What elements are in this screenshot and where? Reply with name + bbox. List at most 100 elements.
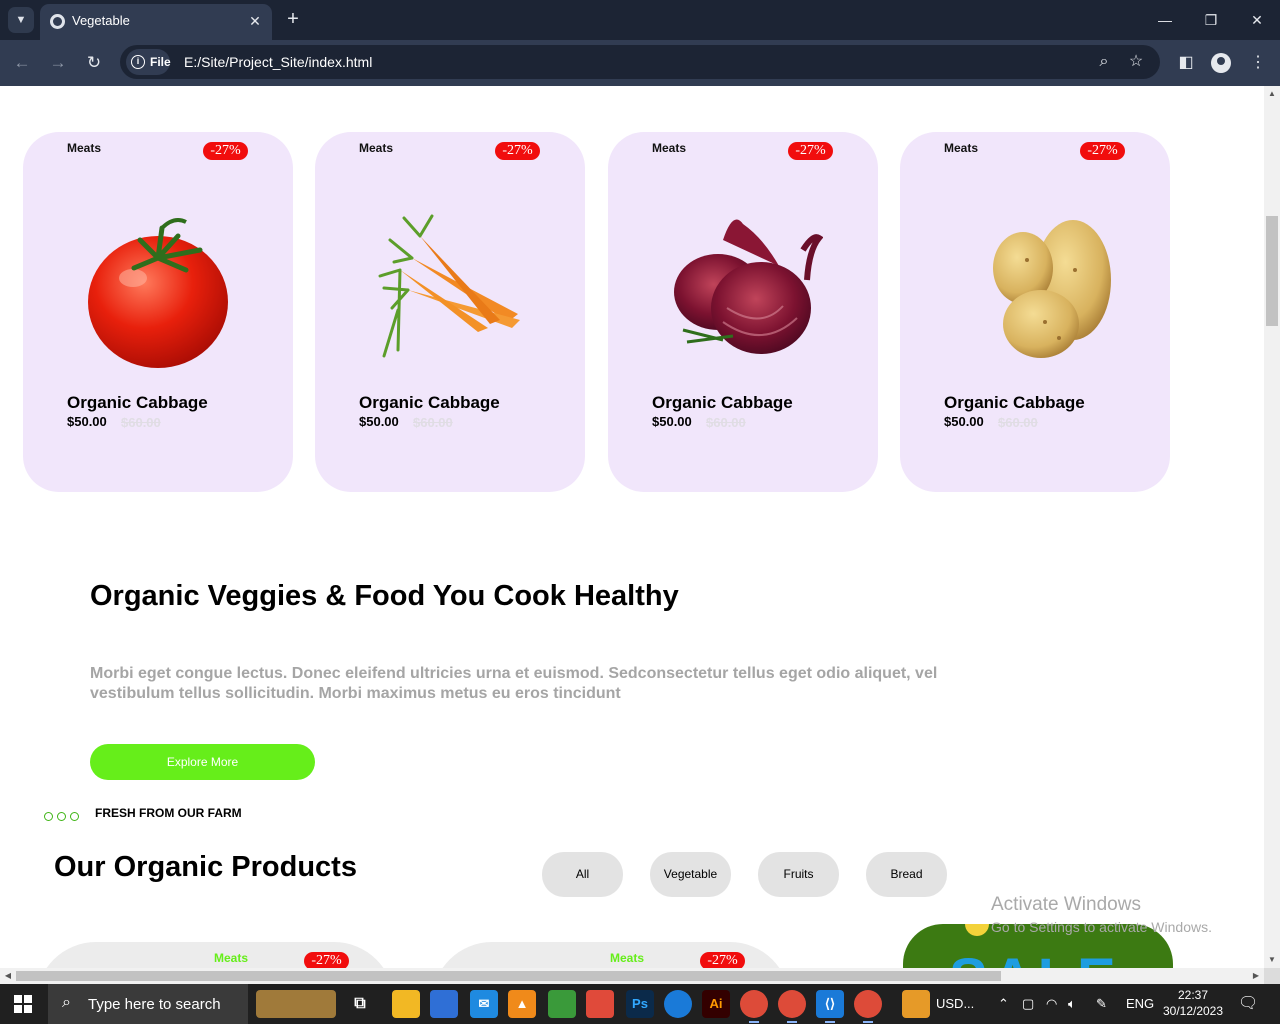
- back-button[interactable]: ←: [10, 51, 34, 75]
- horizontal-scrollbar[interactable]: ◀ ▶: [0, 968, 1264, 984]
- potatoes-image: [993, 220, 1111, 358]
- info-icon: i: [131, 55, 145, 69]
- tray-chevron-icon[interactable]: ⌃: [998, 984, 1009, 1024]
- chrome-active-icon[interactable]: [854, 990, 882, 1023]
- hero-headline: Organic Veggies & Food You Cook Healthy: [90, 580, 679, 612]
- card-category: Meats: [67, 141, 102, 155]
- restore-button[interactable]: ❐: [1197, 8, 1225, 32]
- close-window-button[interactable]: ✕: [1243, 8, 1271, 32]
- taskbar-search-box[interactable]: ⌕ Type here to search: [48, 984, 248, 1024]
- close-tab-icon[interactable]: ✕: [246, 12, 264, 30]
- address-bar[interactable]: i File E:/Site/Project_Site/index.html ⌕…: [120, 45, 1160, 79]
- photoshop-icon[interactable]: Ps: [626, 990, 654, 1018]
- new-tab-button[interactable]: +: [282, 8, 304, 30]
- scroll-down-arrow-icon[interactable]: ▼: [1264, 952, 1280, 968]
- discount-badge: -27%: [304, 952, 349, 968]
- tomato-image: [88, 218, 228, 368]
- network-icon[interactable]: ◠: [1046, 984, 1057, 1024]
- card-old-price: $60.00: [706, 415, 746, 430]
- product-card[interactable]: Meats -27% Organic Cabbage $50.00 $60.00: [315, 132, 585, 492]
- product-card[interactable]: Meats -27% Organic Cabbage $50.00 $60.00: [608, 132, 878, 492]
- browser-tab-bar: ▼ Vegetable ✕ + — ❐ ✕: [0, 0, 1280, 40]
- card-category: Meats: [359, 141, 394, 155]
- explore-more-button[interactable]: Explore More: [90, 744, 315, 780]
- chrome-icon[interactable]: [740, 990, 768, 1023]
- input-language[interactable]: ENG: [1126, 984, 1154, 1024]
- meet-now-icon[interactable]: ▢: [1022, 984, 1034, 1024]
- filter-vegetable[interactable]: Vegetable: [650, 852, 731, 897]
- products-title: Our Organic Products: [54, 851, 357, 883]
- zoom-icon[interactable]: ⌕: [1094, 52, 1114, 72]
- windows-taskbar: ⌕ Type here to search ⧉ ✉ ▲ Ps Ai ⟨⟩ USD…: [0, 984, 1280, 1024]
- sale-logo-text: SALE: [949, 946, 1120, 968]
- tab-vegetable[interactable]: Vegetable ✕: [40, 4, 272, 40]
- taskbar-clock[interactable]: 22:37 30/12/2023: [1160, 987, 1226, 1019]
- mail-icon[interactable]: ✉: [470, 990, 498, 1018]
- microsoft-store-icon[interactable]: [430, 990, 458, 1018]
- card-category: Meats: [944, 141, 979, 155]
- card-name: Organic Cabbage: [652, 393, 793, 412]
- page-viewport: Meats -27% Organic Cabbage $50.00 $60.00…: [0, 86, 1264, 968]
- url-text[interactable]: E:/Site/Project_Site/index.html: [184, 54, 372, 70]
- windows-activation-watermark: Activate Windows Go to Settings to activ…: [991, 894, 1212, 935]
- currency-icon[interactable]: [902, 990, 930, 1018]
- side-panel-icon[interactable]: ◧: [1174, 51, 1198, 75]
- filter-all[interactable]: All: [542, 852, 623, 897]
- search-highlight-icon[interactable]: [256, 990, 336, 1018]
- task-view-icon[interactable]: ⧉: [346, 990, 374, 1018]
- scroll-left-arrow-icon[interactable]: ◀: [0, 968, 16, 984]
- app-green-icon[interactable]: [548, 990, 576, 1018]
- card-name: Organic Cabbage: [67, 393, 208, 412]
- clock-date: 30/12/2023: [1162, 1004, 1224, 1018]
- card-price: $50.00: [652, 414, 692, 429]
- scroll-right-arrow-icon[interactable]: ▶: [1248, 968, 1264, 984]
- tab-search-chevron-icon[interactable]: ▼: [8, 7, 34, 33]
- filter-bread[interactable]: Bread: [866, 852, 947, 897]
- site-chip-label: File: [150, 55, 171, 69]
- discount-badge: -27%: [203, 142, 248, 160]
- product-card[interactable]: Meats -27% Organic Cabbage $50.00 $60.00: [23, 132, 293, 492]
- card-name: Organic Cabbage: [944, 393, 1085, 412]
- card-name: Organic Cabbage: [359, 393, 500, 412]
- bookmark-star-icon[interactable]: ☆: [1126, 52, 1146, 72]
- volume-icon[interactable]: 🔈︎: [1068, 984, 1076, 1024]
- search-icon: ⌕: [62, 994, 71, 1011]
- product-card[interactable]: Meats -27%: [36, 942, 394, 968]
- filter-fruits[interactable]: Fruits: [758, 852, 839, 897]
- card-old-price: $60.00: [413, 415, 453, 430]
- pen-icon[interactable]: ✎: [1096, 984, 1107, 1024]
- horizontal-scroll-thumb[interactable]: [16, 971, 1001, 981]
- tab-title: Vegetable: [72, 13, 130, 28]
- edge-icon[interactable]: [664, 990, 692, 1018]
- card-price: $50.00: [67, 414, 107, 429]
- reload-button[interactable]: ↻: [82, 51, 106, 75]
- search-placeholder: Type here to search: [88, 996, 221, 1013]
- discount-badge: -27%: [788, 142, 833, 160]
- forward-button[interactable]: →: [46, 51, 70, 75]
- illustrator-icon[interactable]: Ai: [702, 990, 730, 1018]
- globe-icon: [50, 14, 65, 29]
- chrome-profile-icon[interactable]: [778, 990, 806, 1023]
- hero-description: Morbi eget congue lectus. Donec eleifend…: [90, 665, 938, 702]
- product-card[interactable]: Meats -27%: [432, 942, 790, 968]
- paint-icon[interactable]: [586, 990, 614, 1018]
- scroll-up-arrow-icon[interactable]: ▲: [1264, 86, 1280, 102]
- profile-avatar-icon[interactable]: [1211, 53, 1231, 73]
- menu-kebab-icon[interactable]: ⋮: [1246, 51, 1270, 75]
- card-old-price: $60.00: [121, 415, 161, 430]
- vertical-scrollbar[interactable]: ▲ ▼: [1264, 86, 1280, 968]
- minimize-button[interactable]: —: [1151, 8, 1179, 32]
- file-explorer-icon[interactable]: [392, 990, 420, 1018]
- vlc-icon[interactable]: ▲: [508, 990, 536, 1018]
- decorative-dots: [44, 808, 83, 826]
- site-info-chip[interactable]: i File: [126, 49, 171, 75]
- vscode-icon[interactable]: ⟨⟩: [816, 990, 844, 1023]
- vertical-scroll-thumb[interactable]: [1266, 216, 1278, 326]
- product-card[interactable]: Meats -27% Organic Cabbage $50.00 $60.00: [900, 132, 1170, 492]
- currency-widget-label[interactable]: USD...: [936, 984, 974, 1024]
- notification-icon[interactable]: 🗨︎: [1238, 984, 1258, 1024]
- red-onion-image: [674, 219, 823, 354]
- windows-start-icon[interactable]: [14, 995, 32, 1013]
- discount-badge: -27%: [495, 142, 540, 160]
- card-price: $50.00: [944, 414, 984, 429]
